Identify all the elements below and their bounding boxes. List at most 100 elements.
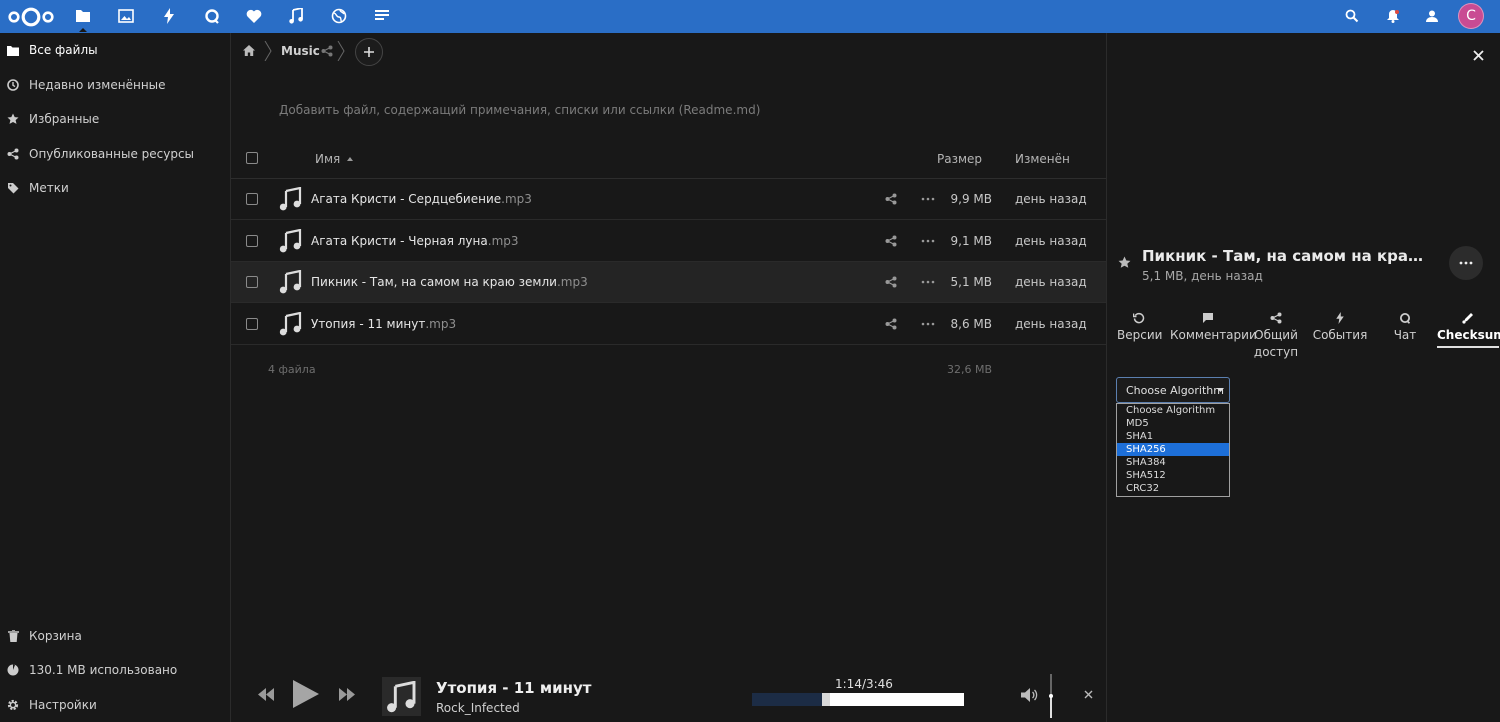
row-checkbox[interactable] [246, 193, 258, 205]
notes-icon[interactable] [371, 5, 393, 27]
avatar[interactable]: C [1458, 3, 1484, 29]
favorites-icon[interactable] [243, 5, 265, 27]
play-icon[interactable] [293, 680, 319, 708]
nav-favorites[interactable]: Избранные [0, 102, 230, 136]
algorithm-option[interactable]: SHA384 [1117, 456, 1229, 469]
row-checkbox[interactable] [246, 318, 258, 330]
checksum-icon [1462, 313, 1473, 324]
previous-icon[interactable] [258, 688, 274, 701]
music-note-icon [386, 680, 415, 712]
gear-icon [7, 699, 19, 711]
nav-shared[interactable]: Опубликованные ресурсы [0, 137, 230, 171]
home-icon[interactable] [243, 45, 255, 56]
file-name[interactable]: Утопия - 11 минут.mp3 [311, 317, 456, 331]
nav-all-files[interactable]: Все файлы [0, 33, 230, 67]
file-name[interactable]: Агата Кристи - Сердцебиение.mp3 [311, 192, 532, 206]
trash-label: Корзина [29, 629, 82, 643]
close-icon[interactable] [1473, 50, 1484, 61]
progress-bar[interactable] [752, 693, 964, 706]
column-name[interactable]: Имя [315, 152, 340, 166]
favorite-star-icon[interactable] [1118, 256, 1131, 269]
music-icon[interactable] [285, 5, 307, 27]
audio-player: Утопия - 11 минут Rock_Infected 1:14/3:4… [231, 666, 1106, 722]
share-icon[interactable] [885, 318, 897, 330]
nav-recent[interactable]: Недавно изменённые [0, 68, 230, 102]
table-row[interactable]: Агата Кристи - Черная луна.mp3 9,1 MB де… [231, 221, 1106, 262]
audio-file-icon [279, 229, 303, 253]
audio-file-icon [279, 312, 303, 336]
file-name[interactable]: Агата Кристи - Черная луна.mp3 [311, 234, 519, 248]
share-icon[interactable] [885, 235, 897, 247]
tab-versions[interactable]: Версии [1117, 312, 1162, 348]
share-icon [1270, 312, 1282, 324]
share-icon[interactable] [885, 193, 897, 205]
next-icon[interactable] [339, 688, 355, 701]
quota-label: 130.1 MB использовано [29, 663, 178, 677]
table-row[interactable]: Утопия - 11 минут.mp3 8,6 MB день назад [231, 304, 1106, 345]
algorithm-select[interactable]: Choose Algorithm [1116, 377, 1230, 403]
select-all-checkbox[interactable] [246, 152, 258, 164]
file-basename: Утопия - 11 минут [311, 317, 426, 331]
table-row[interactable]: Агата Кристи - Сердцебиение.mp3 9,9 MB д… [231, 179, 1106, 220]
table-header: Имя Размер Изменён [231, 139, 1106, 179]
nav-label: Все файлы [29, 43, 98, 57]
nav-quota[interactable]: 130.1 MB использовано [0, 653, 230, 687]
nav-tags[interactable]: Метки [0, 171, 230, 205]
file-basename: Агата Кристи - Сердцебиение [311, 192, 502, 206]
row-checkbox[interactable] [246, 235, 258, 247]
nextcloud-logo[interactable] [8, 6, 54, 28]
nav-settings[interactable]: Настройки [0, 688, 230, 722]
file-extension: .mp3 [556, 275, 588, 289]
table-row[interactable]: Пикник - Там, на самом на краю земли.mp3… [231, 262, 1106, 303]
share-icon[interactable] [885, 276, 897, 288]
algorithm-option[interactable]: SHA1 [1117, 430, 1229, 443]
share-icon [7, 148, 19, 160]
tab-label: События [1312, 328, 1368, 342]
plus-icon [364, 47, 374, 57]
file-size: 5,1 MB [950, 275, 992, 289]
tag-icon [7, 182, 19, 194]
sort-asc-icon [347, 157, 353, 161]
file-basename: Пикник - Там, на самом на краю земли [311, 275, 557, 289]
close-player-icon[interactable] [1084, 690, 1093, 699]
tab-comments[interactable]: Комментарии [1170, 312, 1257, 348]
volume-icon[interactable] [1021, 688, 1039, 702]
algorithm-option[interactable]: Choose Algorithm [1117, 404, 1229, 417]
column-modified[interactable]: Изменён [1015, 152, 1070, 166]
activity-icon[interactable] [158, 5, 180, 27]
breadcrumb-folder[interactable]: Music [281, 44, 320, 58]
file-name[interactable]: Пикник - Там, на самом на краю земли.mp3 [311, 275, 588, 289]
files-icon[interactable] [72, 5, 94, 32]
algorithm-option[interactable]: CRC32 [1117, 482, 1229, 495]
app-navigation: Все файлы Недавно изменённые Избранные О… [0, 33, 231, 722]
column-size[interactable]: Размер [937, 152, 982, 166]
nav-trash[interactable]: Корзина [0, 619, 230, 653]
volume-slider[interactable] [1049, 674, 1053, 718]
details-sidebar: Пикник - Там, на самом на краю зе... 5,1… [1106, 33, 1500, 722]
file-extension: .mp3 [487, 234, 519, 248]
notifications-icon[interactable] [1382, 5, 1404, 27]
tab-checksum[interactable]: Checksum [1437, 312, 1500, 348]
talk-icon[interactable] [201, 5, 223, 27]
settings-label: Настройки [29, 698, 97, 712]
files-main: Music Добавить файл, содержащий примечан… [231, 33, 1106, 722]
caret-down-icon [1217, 388, 1224, 392]
algorithm-option[interactable]: SHA512 [1117, 469, 1229, 482]
photos-icon[interactable] [115, 5, 137, 27]
search-icon[interactable] [1341, 5, 1363, 27]
web-icon[interactable] [328, 5, 350, 27]
readme-placeholder[interactable]: Добавить файл, содержащий примечания, сп… [279, 103, 760, 117]
tab-sharing[interactable]: Общий доступ [1252, 312, 1300, 359]
tab-activity[interactable]: События [1311, 312, 1369, 348]
sidebar-more-button[interactable] [1449, 246, 1483, 280]
algorithm-option[interactable]: SHA256 [1117, 443, 1229, 456]
tab-chat[interactable]: Чат [1384, 312, 1426, 348]
contacts-icon[interactable] [1421, 5, 1443, 27]
row-checkbox[interactable] [246, 276, 258, 288]
breadcrumb: Music [231, 33, 1106, 69]
share-icon[interactable] [321, 45, 333, 57]
pie-chart-icon [7, 664, 19, 676]
new-button[interactable] [355, 38, 383, 66]
top-header: C [0, 0, 1500, 33]
algorithm-option[interactable]: MD5 [1117, 417, 1229, 430]
